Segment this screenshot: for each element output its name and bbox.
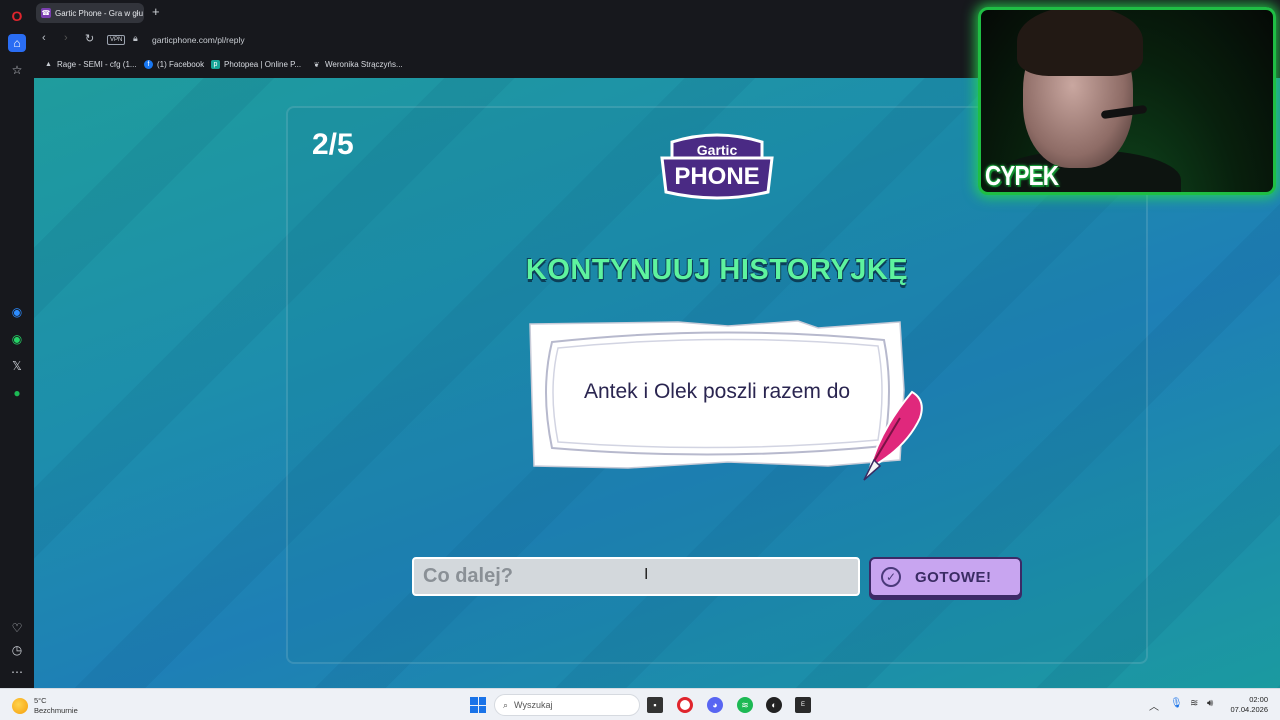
weather-desc: Bezchmurnie [34,706,78,715]
clock[interactable]: 02:00 07.04.2026 [1224,695,1268,715]
bookmark-facebook[interactable]: f (1) Facebook [144,60,204,69]
spotify-icon[interactable]: ● [8,384,26,402]
tray-chevron-icon[interactable]: ︿ [1149,698,1159,713]
history-icon[interactable]: ◷ [8,641,26,659]
weather-text: 5°C Bezchmurnie [34,696,78,716]
streamer-hair [1017,10,1143,76]
home-icon[interactable]: ⌂ [8,34,26,52]
weather-temp: 5°C [34,696,47,705]
bookmark-label: Weronika Strączyńs... [325,60,403,69]
clock-time: 02:00 [1249,695,1268,704]
tab-gartic[interactable]: ☎ Gartic Phone - Gra w głu... [36,3,144,23]
page-heading: KONTYNUUJ HISTORYJKĘ [525,254,909,286]
url-field[interactable]: garticphone.com/pl/reply [152,35,245,45]
answer-input[interactable]: Co dalej? [412,557,860,596]
webcam-overlay: CYPEK [978,7,1276,195]
bookmark-rage[interactable]: ▲ Rage - SEMI - cfg (1... [44,60,137,69]
forward-icon[interactable]: › [64,32,68,44]
new-tab-button[interactable]: + [152,5,160,19]
messenger-icon[interactable]: ◉ [8,303,26,321]
star-icon[interactable]: ☆ [8,61,26,79]
done-label: GOTOWE! [915,568,992,586]
gartic-favicon-icon: ☎ [41,8,51,18]
bookmark-label: Rage - SEMI - cfg (1... [57,60,137,69]
tray-mic-icon[interactable]: 🎙︎ [1170,698,1183,709]
lock-icon[interactable]: 🔒︎ [133,33,138,44]
task-view-icon[interactable]: ▪ [647,697,663,713]
bookmark-label: Photopea | Online P... [224,60,302,69]
opera-taskbar-icon[interactable] [677,697,693,713]
whatsapp-icon[interactable]: ◉ [8,330,26,348]
logo-bottom-text: PHONE [674,163,759,190]
check-icon: ✓ [881,567,901,587]
vpn-badge[interactable]: VPN [107,35,126,45]
discord-icon[interactable]: ◕ [707,697,723,713]
windows-start-icon[interactable] [470,697,486,713]
leaf-icon: ❦ [313,61,320,69]
opera-sidebar: O ⌂ ☆ ◉ ◉ 𝕏 ● ♡ ◷ ⋯ [0,0,34,688]
photopea-icon: p [211,60,220,69]
tab-title: Gartic Phone - Gra w głu... [55,8,143,18]
search-icon: ⌕ [503,699,509,710]
weather-widget[interactable]: 5°C Bezchmurnie [12,696,78,716]
moon-weather-icon [12,698,28,714]
bookmark-photopea[interactable]: p Photopea | Online P... [211,60,301,69]
reload-icon[interactable]: ↻ [85,32,94,45]
text-cursor-icon: I [644,566,649,583]
story-card: Antek i Olek poszli razem do [528,320,923,481]
clock-date: 07.04.2026 [1230,705,1268,714]
logo-top-text: Gartic [697,142,738,158]
search-placeholder: Wyszukaj [514,700,553,710]
taskbar-search[interactable]: ⌕ Wyszukaj [494,694,640,716]
rage-icon: ▲ [45,61,52,68]
heart-icon[interactable]: ♡ [8,619,26,637]
facebook-icon: f [144,60,153,69]
opera-logo-icon[interactable]: O [8,7,26,25]
spotify-taskbar-icon[interactable]: ≋ [737,697,753,713]
epic-games-icon[interactable]: E [795,697,811,713]
volume-icon[interactable]: 🔊︎ [1207,698,1213,709]
bookmark-weronika[interactable]: ❦ Weronika Strączyńs... [312,60,403,69]
streamer-name: CYPEK [985,160,1059,191]
paper-shape [529,320,923,481]
obs-icon[interactable]: ◐ [766,697,782,713]
more-icon[interactable]: ⋯ [8,663,26,681]
round-counter: 2/5 [312,128,354,161]
x-twitter-icon[interactable]: 𝕏 [8,357,26,375]
back-icon[interactable]: ‹ [42,32,46,44]
wifi-icon[interactable]: ≋ [1190,698,1198,709]
done-button[interactable]: ✓ GOTOWE! [869,557,1022,597]
windows-taskbar: 5°C Bezchmurnie ⌕ Wyszukaj ▪ ◕ ≋ ◐ E ︿ 🎙… [0,688,1280,720]
bookmark-label: (1) Facebook [157,60,205,69]
gartic-phone-logo: Gartic PHONE [658,130,776,200]
story-text: Antek i Olek poszli razem do [583,380,851,403]
